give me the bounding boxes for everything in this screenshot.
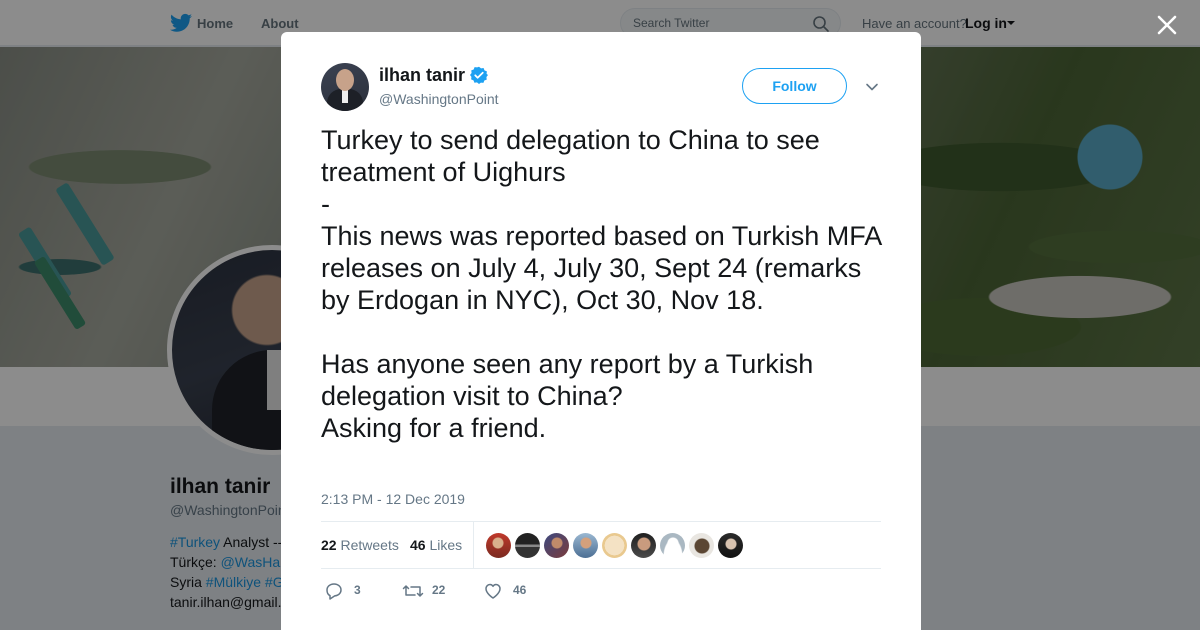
like-action-count: 46 bbox=[513, 583, 527, 597]
chevron-down-icon[interactable] bbox=[865, 80, 879, 94]
tweet-author-handle[interactable]: @WashingtonPoint bbox=[379, 91, 499, 107]
liker-avatar[interactable] bbox=[689, 533, 714, 558]
stats-divider bbox=[473, 522, 474, 568]
liker-avatar[interactable] bbox=[602, 533, 627, 558]
tweet-modal: ilhan tanir @WashingtonPoint Follow Turk… bbox=[281, 32, 921, 630]
tweet-timestamp[interactable]: 2:13 PM - 12 Dec 2019 bbox=[321, 491, 465, 507]
liker-avatar[interactable] bbox=[718, 533, 743, 558]
retweets-label: Retweets bbox=[340, 537, 399, 553]
like-icon bbox=[485, 583, 501, 599]
likes-label: Likes bbox=[429, 537, 463, 553]
retweets-count: 22 bbox=[321, 537, 337, 553]
tweet-text: Turkey to send delegation to China to se… bbox=[321, 125, 881, 443]
liker-avatar[interactable] bbox=[631, 533, 656, 558]
retweet-action-count: 22 bbox=[432, 583, 446, 597]
follow-button[interactable]: Follow bbox=[742, 68, 847, 104]
liker-avatar[interactable] bbox=[573, 533, 598, 558]
verified-badge-icon bbox=[470, 66, 488, 84]
tweet-actions: 3 22 46 bbox=[321, 580, 881, 604]
reply-count: 3 bbox=[354, 583, 361, 597]
avatar-face bbox=[336, 69, 354, 91]
reply-icon bbox=[326, 583, 342, 600]
liker-avatar[interactable] bbox=[544, 533, 569, 558]
liker-avatar[interactable] bbox=[486, 533, 511, 558]
retweet-icon bbox=[402, 585, 424, 597]
liker-avatar[interactable] bbox=[515, 533, 540, 558]
close-icon[interactable] bbox=[1155, 13, 1179, 37]
tweet-author-avatar[interactable] bbox=[321, 63, 369, 111]
tweet-author-name[interactable]: ilhan tanir bbox=[379, 65, 465, 86]
likes-stat[interactable]: 46 Likes bbox=[410, 537, 462, 553]
retweets-stat[interactable]: 22 Retweets bbox=[321, 537, 399, 553]
liker-avatar[interactable] bbox=[660, 533, 685, 558]
avatar-shirt bbox=[342, 89, 348, 103]
tweet-stats: 22 Retweets 46 Likes bbox=[321, 521, 881, 569]
likes-count: 46 bbox=[410, 537, 426, 553]
